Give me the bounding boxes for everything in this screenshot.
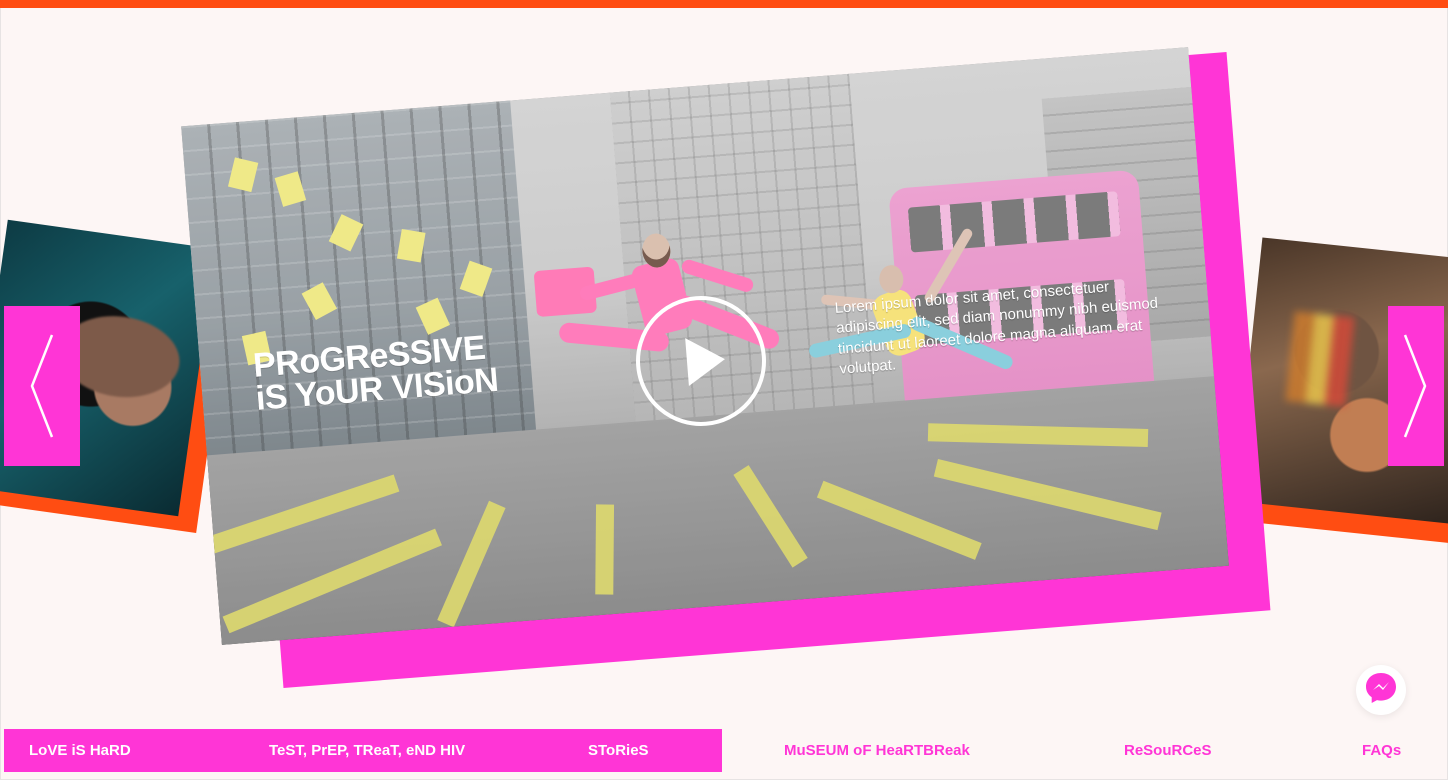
top-accent-bar — [0, 0, 1448, 8]
hero-slide[interactable]: PRoGReSSIVE iS YoUR VISioN Lorem ipsum d… — [181, 47, 1271, 688]
footer-link-love-is-hard[interactable]: LoVE iS HaRD — [29, 729, 131, 772]
chevron-left-icon — [26, 331, 58, 441]
messenger-button[interactable] — [1356, 665, 1406, 715]
footer-navigation: LoVE iS HaRD TeST, PrEP, TReaT, eND HIV … — [4, 729, 1444, 772]
footer-link-stories[interactable]: SToRieS — [588, 729, 649, 772]
carousel-next-button[interactable] — [1388, 306, 1444, 466]
carousel-prev-button[interactable] — [4, 306, 80, 466]
footer-link-test-prep-treat-end-hiv[interactable]: TeST, PrEP, TReaT, eND HIV — [269, 729, 465, 772]
messenger-icon — [1361, 668, 1401, 712]
footer-link-resources[interactable]: ReSouRCeS — [1124, 729, 1212, 772]
footer-link-faqs[interactable]: FAQs — [1362, 729, 1401, 772]
footer-link-museum-of-heartbreak[interactable]: MuSEUM oF HeaRTBReak — [784, 729, 970, 772]
chevron-right-icon — [1401, 331, 1431, 441]
